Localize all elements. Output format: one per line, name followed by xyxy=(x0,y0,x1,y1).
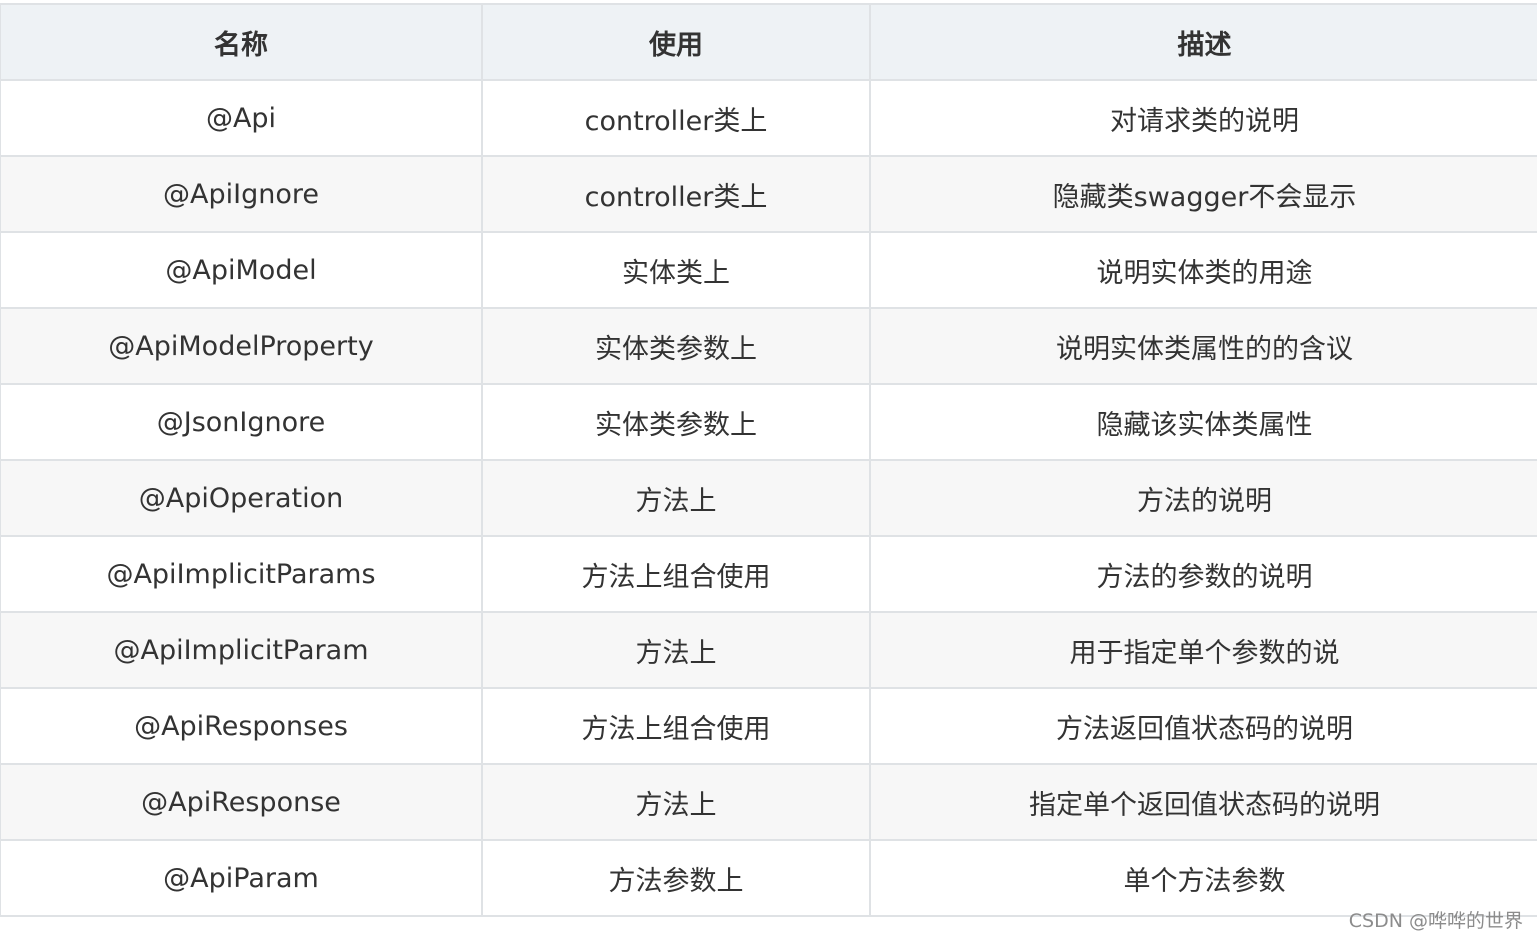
cell-description: 说明实体类属性的的含议 xyxy=(869,307,1537,385)
cell-name: @ApiResponse xyxy=(0,763,483,841)
cell-name: @ApiModelProperty xyxy=(0,307,483,385)
cell-description: 方法的参数的说明 xyxy=(869,535,1537,613)
table-row: @ApiOperation 方法上 方法的说明 xyxy=(0,459,1537,537)
cell-name: @JsonIgnore xyxy=(0,383,483,461)
cell-usage: 实体类上 xyxy=(481,231,871,309)
table-row: @ApiImplicitParams 方法上组合使用 方法的参数的说明 xyxy=(0,535,1537,613)
cell-name: @ApiParam xyxy=(0,839,483,917)
cell-description: 用于指定单个参数的说 xyxy=(869,611,1537,689)
cell-usage: 实体类参数上 xyxy=(481,307,871,385)
cell-usage: 方法上 xyxy=(481,763,871,841)
cell-name: @ApiResponses xyxy=(0,687,483,765)
cell-name: @ApiIgnore xyxy=(0,155,483,233)
cell-usage: 方法上组合使用 xyxy=(481,687,871,765)
cell-name: @ApiModel xyxy=(0,231,483,309)
cell-description: 对请求类的说明 xyxy=(869,79,1537,157)
table-row: @Api controller类上 对请求类的说明 xyxy=(0,79,1537,157)
annotation-table: 名称 使用 描述 @Api controller类上 对请求类的说明 @ApiI… xyxy=(0,3,1537,917)
table-body: @Api controller类上 对请求类的说明 @ApiIgnore con… xyxy=(0,79,1537,917)
cell-usage: 方法上 xyxy=(481,459,871,537)
header-row: 名称 使用 描述 xyxy=(0,3,1537,81)
table-row: @ApiParam 方法参数上 单个方法参数 xyxy=(0,839,1537,917)
cell-name: @ApiImplicitParams xyxy=(0,535,483,613)
header-description: 描述 xyxy=(869,3,1537,81)
table-row: @ApiResponses 方法上组合使用 方法返回值状态码的说明 xyxy=(0,687,1537,765)
table-row: @ApiModelProperty 实体类参数上 说明实体类属性的的含议 xyxy=(0,307,1537,385)
cell-usage: 方法参数上 xyxy=(481,839,871,917)
cell-description: 说明实体类的用途 xyxy=(869,231,1537,309)
cell-usage: 方法上 xyxy=(481,611,871,689)
document-page: 名称 使用 描述 @Api controller类上 对请求类的说明 @ApiI… xyxy=(0,0,1537,940)
cell-description: 隐藏该实体类属性 xyxy=(869,383,1537,461)
cell-description: 隐藏类swagger不会显示 xyxy=(869,155,1537,233)
table-row: @ApiImplicitParam 方法上 用于指定单个参数的说 xyxy=(0,611,1537,689)
cell-description: 单个方法参数 xyxy=(869,839,1537,917)
cell-name: @ApiOperation xyxy=(0,459,483,537)
table-row: @ApiIgnore controller类上 隐藏类swagger不会显示 xyxy=(0,155,1537,233)
cell-description: 方法返回值状态码的说明 xyxy=(869,687,1537,765)
table-row: @ApiResponse 方法上 指定单个返回值状态码的说明 xyxy=(0,763,1537,841)
header-name: 名称 xyxy=(0,3,483,81)
cell-name: @Api xyxy=(0,79,483,157)
cell-usage: 实体类参数上 xyxy=(481,383,871,461)
table-row: @ApiModel 实体类上 说明实体类的用途 xyxy=(0,231,1537,309)
header-usage: 使用 xyxy=(481,3,871,81)
watermark-text: CSDN @哗哗的世界 xyxy=(1348,910,1523,932)
cell-usage: 方法上组合使用 xyxy=(481,535,871,613)
cell-description: 指定单个返回值状态码的说明 xyxy=(869,763,1537,841)
cell-description: 方法的说明 xyxy=(869,459,1537,537)
cell-usage: controller类上 xyxy=(481,155,871,233)
cell-name: @ApiImplicitParam xyxy=(0,611,483,689)
cell-usage: controller类上 xyxy=(481,79,871,157)
table-row: @JsonIgnore 实体类参数上 隐藏该实体类属性 xyxy=(0,383,1537,461)
table-header: 名称 使用 描述 xyxy=(0,3,1537,81)
